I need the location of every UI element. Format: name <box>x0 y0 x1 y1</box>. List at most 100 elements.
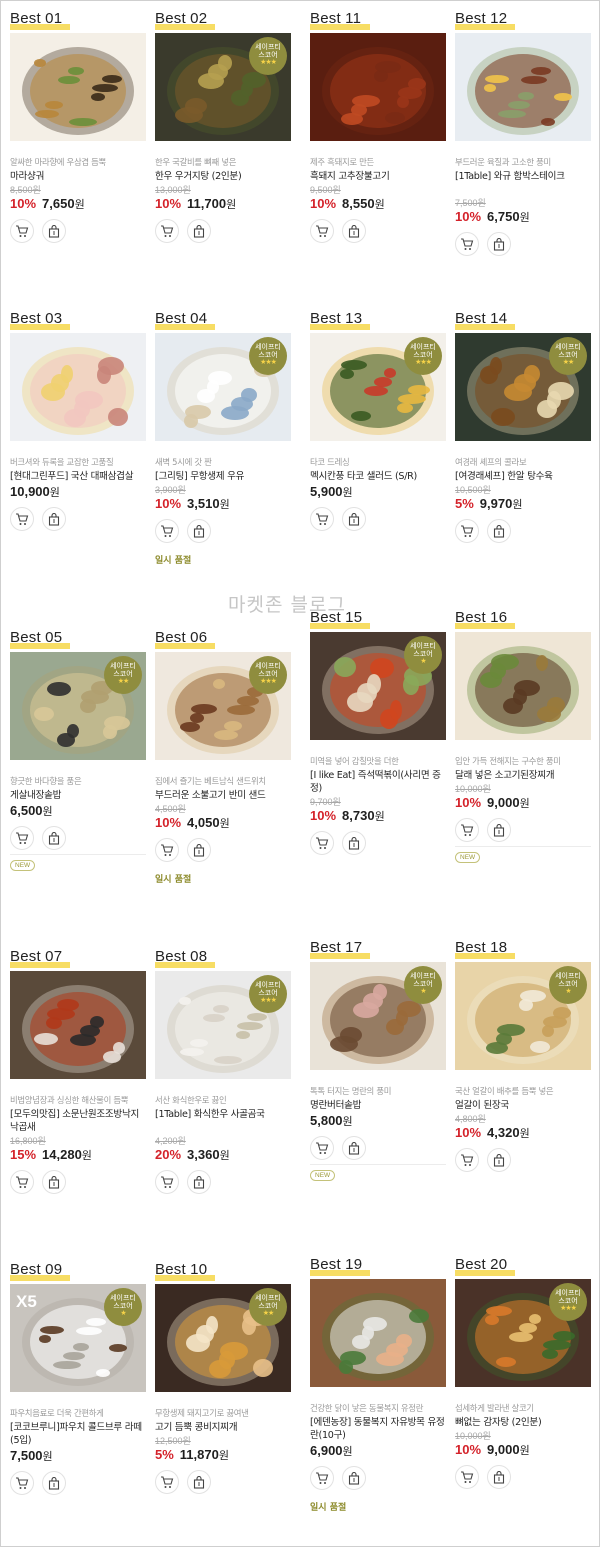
product-image[interactable]: 세이프티 스코어 ★ <box>455 962 591 1070</box>
buy-now-button[interactable] <box>342 1466 366 1490</box>
add-to-cart-button[interactable] <box>455 232 479 256</box>
product-image[interactable]: 세이프티 스코어 ★ <box>310 962 446 1070</box>
buy-now-button[interactable] <box>487 818 511 842</box>
product-name[interactable]: [여경래셰프] 한알 탕수육 <box>455 470 593 483</box>
product-image[interactable]: 세이프티 스코어 ★★ <box>455 333 591 441</box>
buy-now-button[interactable] <box>42 1471 66 1495</box>
product-name[interactable]: [I like Eat] 즉석떡볶이(사리면 증정) <box>310 769 448 795</box>
product-name[interactable]: 흑돼지 고추장불고기 <box>310 170 448 183</box>
add-to-cart-button[interactable] <box>155 838 179 862</box>
add-to-cart-button[interactable] <box>310 219 334 243</box>
product-image[interactable]: 세이프티 스코어 ★★★ <box>155 33 291 141</box>
product-name[interactable]: 달래 넣은 소고기된장찌개 <box>455 769 593 782</box>
product-name[interactable]: [현대그린푸드] 국산 대패삼겹살 <box>10 470 148 483</box>
product-image[interactable] <box>310 1279 446 1387</box>
buy-now-button[interactable] <box>187 1170 211 1194</box>
product-name[interactable]: 뼈없는 감자탕 (2인분) <box>455 1416 593 1429</box>
product-name[interactable]: 게살내장솥밥 <box>10 789 148 802</box>
product-image[interactable] <box>10 333 146 441</box>
product-name[interactable]: [1Table] 화식한우 사골곰국 <box>155 1108 293 1121</box>
product-name[interactable]: 부드러운 소불고기 반미 샌드 <box>155 789 293 802</box>
product-card[interactable]: Best 16 입안 가득 전해지는 구수한 풍미 달래 넣은 소고기된장찌개 10… <box>455 607 591 897</box>
product-name[interactable]: [에덴농장] 동물복지 자유방목 유정란(10구) <box>310 1416 448 1442</box>
product-name[interactable]: [코코브루니]파우치 콜드브루 라떼(5입) <box>10 1421 148 1447</box>
product-name[interactable]: 얼갈이 된장국 <box>455 1099 593 1112</box>
product-name[interactable]: [그리팅] 무항생제 우유 <box>155 470 293 483</box>
buy-now-button[interactable] <box>342 831 366 855</box>
product-card[interactable]: Best 18 세이프티 스코어 ★ 국산 얼갈이 배추를 듬뿍 넣은 얼갈이 된장국 4… <box>455 937 591 1227</box>
add-to-cart-button[interactable] <box>455 818 479 842</box>
add-to-cart-button[interactable] <box>10 219 34 243</box>
product-image[interactable] <box>310 33 446 141</box>
buy-now-button[interactable] <box>42 219 66 243</box>
product-name[interactable]: 멕시칸풍 타코 샐러드 (S/R) <box>310 470 448 483</box>
product-card[interactable]: Best 12 부드러운 육질과 고소한 풍미 [1Table] 와규 함박스테이… <box>455 8 591 298</box>
product-name[interactable]: [1Table] 와규 함박스테이크 <box>455 170 593 183</box>
product-image[interactable]: 세이프티 스코어 ★★ <box>155 1284 291 1392</box>
add-to-cart-button[interactable] <box>155 519 179 543</box>
add-to-cart-button[interactable] <box>10 1471 34 1495</box>
product-card[interactable]: Best 15 세이프티 스코어 ★ 미역을 넣어 감칠맛을 더한 [I like Ea… <box>310 607 446 897</box>
product-name[interactable]: 한우 우거지탕 (2인분) <box>155 170 293 183</box>
product-card[interactable]: Best 13 세이프티 스코어 ★★★ 타코 드레싱 멕시칸풍 타코 샐러드 (S/R… <box>310 308 446 598</box>
product-card[interactable]: Best 07 비법양념장과 싱싱한 해산물이 듬뿍 [모두의맛집] 소문난원조조… <box>10 946 146 1236</box>
product-image[interactable] <box>10 971 146 1079</box>
product-card[interactable]: Best 08 세이프티 스코어 ★★★ 서산 화식한우로 끓인 [1Table] 화식… <box>155 946 291 1236</box>
buy-now-button[interactable] <box>187 219 211 243</box>
product-card[interactable]: Best 01 알싸한 마라향에 우삼겹 듬뿍 마라샹궈 8,500원 10% 7,65… <box>10 8 146 298</box>
product-card[interactable]: Best 03 버크셔와 듀록을 교잡한 고품질 [현대그린푸드] 국산 대패삼겹… <box>10 308 146 598</box>
add-to-cart-button[interactable] <box>455 519 479 543</box>
add-to-cart-button[interactable] <box>310 507 334 531</box>
product-card[interactable]: Best 02 세이프티 스코어 ★★★ 한우 국갈비를 뼈째 넣은 한우 우거지탕 (… <box>155 8 291 298</box>
product-image[interactable] <box>455 33 591 141</box>
add-to-cart-button[interactable] <box>155 1170 179 1194</box>
add-to-cart-button[interactable] <box>10 826 34 850</box>
buy-now-button[interactable] <box>42 826 66 850</box>
product-card[interactable]: Best 09 세이프티 스코어 ★ X5 파우치음료로 더욱 간편하게 [코코브루니]파… <box>10 1259 146 1547</box>
add-to-cart-button[interactable] <box>455 1148 479 1172</box>
product-image[interactable]: 세이프티 스코어 ★★★ <box>155 971 291 1079</box>
product-card[interactable]: Best 20 세이프티 스코어 ★★★ 섭세하게 발라낸 살코기 뼈없는 감자탕 (2… <box>455 1254 591 1544</box>
buy-now-button[interactable] <box>42 1170 66 1194</box>
buy-now-button[interactable] <box>42 507 66 531</box>
product-image[interactable] <box>10 33 146 141</box>
add-to-cart-button[interactable] <box>310 831 334 855</box>
buy-now-button[interactable] <box>187 519 211 543</box>
buy-now-button[interactable] <box>487 1148 511 1172</box>
product-image[interactable]: 세이프티 스코어 ★★★ <box>455 1279 591 1387</box>
add-to-cart-button[interactable] <box>310 1136 334 1160</box>
product-name[interactable]: 마라샹궈 <box>10 170 148 183</box>
buy-now-button[interactable] <box>187 1470 211 1494</box>
product-image[interactable]: 세이프티 스코어 ★★★ <box>155 333 291 441</box>
add-to-cart-button[interactable] <box>310 1466 334 1490</box>
buy-now-button[interactable] <box>487 1465 511 1489</box>
product-name[interactable]: [모두의맛집] 소문난원조조방낙지 낙곱새 <box>10 1108 148 1134</box>
add-to-cart-button[interactable] <box>455 1465 479 1489</box>
product-card[interactable]: Best 04 세이프티 스코어 ★★★ 새벽 5시에 갓 짠 [그리팅] 무항생제 우… <box>155 308 291 598</box>
buy-now-button[interactable] <box>487 519 511 543</box>
product-name[interactable]: 명란버터솥밥 <box>310 1099 448 1112</box>
add-to-cart-button[interactable] <box>155 1470 179 1494</box>
buy-now-button[interactable] <box>342 507 366 531</box>
product-card[interactable]: Best 11 제주 흑돼지로 만든 흑돼지 고추장불고기 9,500원 10% 8,5… <box>310 8 446 298</box>
product-image[interactable]: 세이프티 스코어 ★★★ <box>310 333 446 441</box>
buy-now-button[interactable] <box>487 232 511 256</box>
add-to-cart-button[interactable] <box>10 1170 34 1194</box>
product-image[interactable]: 세이프티 스코어 ★ <box>310 632 446 740</box>
buy-now-button[interactable] <box>342 219 366 243</box>
product-card[interactable]: Best 10 세이프티 스코어 ★★ 무항생제 돼지고기로 끓여낸 고기 듬뿍 콩비지… <box>155 1259 291 1547</box>
product-card[interactable]: Best 19 건강한 닭이 낳은 동물복지 유정란 [에덴농장] 동물복지 자유… <box>310 1254 446 1544</box>
product-card[interactable]: Best 05 세이프티 스코어 ★★ 향긋한 바다향을 품은 게살내장솥밥 6,500원… <box>10 627 146 917</box>
product-name[interactable]: 고기 듬뿍 콩비지찌개 <box>155 1421 293 1434</box>
product-image[interactable]: 세이프티 스코어 ★★ <box>10 652 146 760</box>
buy-now-button[interactable] <box>342 1136 366 1160</box>
buy-now-button[interactable] <box>187 838 211 862</box>
add-to-cart-button[interactable] <box>10 507 34 531</box>
product-image[interactable] <box>455 632 591 740</box>
product-card[interactable]: Best 06 세이프티 스코어 ★★★ 집에서 즐기는 베트남식 샌드위치 부드러운 … <box>155 627 291 917</box>
add-to-cart-button[interactable] <box>155 219 179 243</box>
product-card[interactable]: Best 17 세이프티 스코어 ★ 톡톡 터지는 명란의 풍미 명란버터솥밥 5,800… <box>310 937 446 1227</box>
product-image[interactable]: 세이프티 스코어 ★★★ <box>155 652 291 760</box>
product-card[interactable]: Best 14 세이프티 스코어 ★★ 여경래 셰프의 콜라보 [여경래셰프] 한알 탕… <box>455 308 591 598</box>
product-image[interactable]: 세이프티 스코어 ★ X5 <box>10 1284 146 1392</box>
